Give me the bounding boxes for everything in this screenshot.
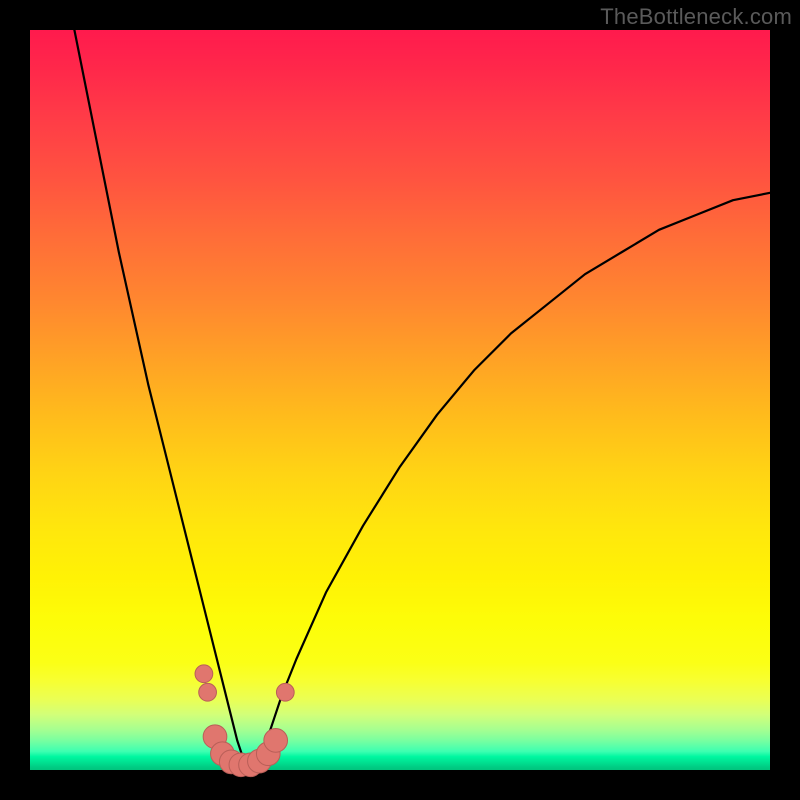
curve-marker <box>195 665 213 683</box>
watermark-text: TheBottleneck.com <box>600 4 792 30</box>
curve-layer <box>30 30 770 770</box>
curve-marker <box>264 729 288 753</box>
curve-marker <box>199 683 217 701</box>
curve-markers <box>195 665 294 777</box>
chart-frame: TheBottleneck.com <box>0 0 800 800</box>
curve-marker <box>276 683 294 701</box>
bottleneck-curve <box>74 30 770 763</box>
